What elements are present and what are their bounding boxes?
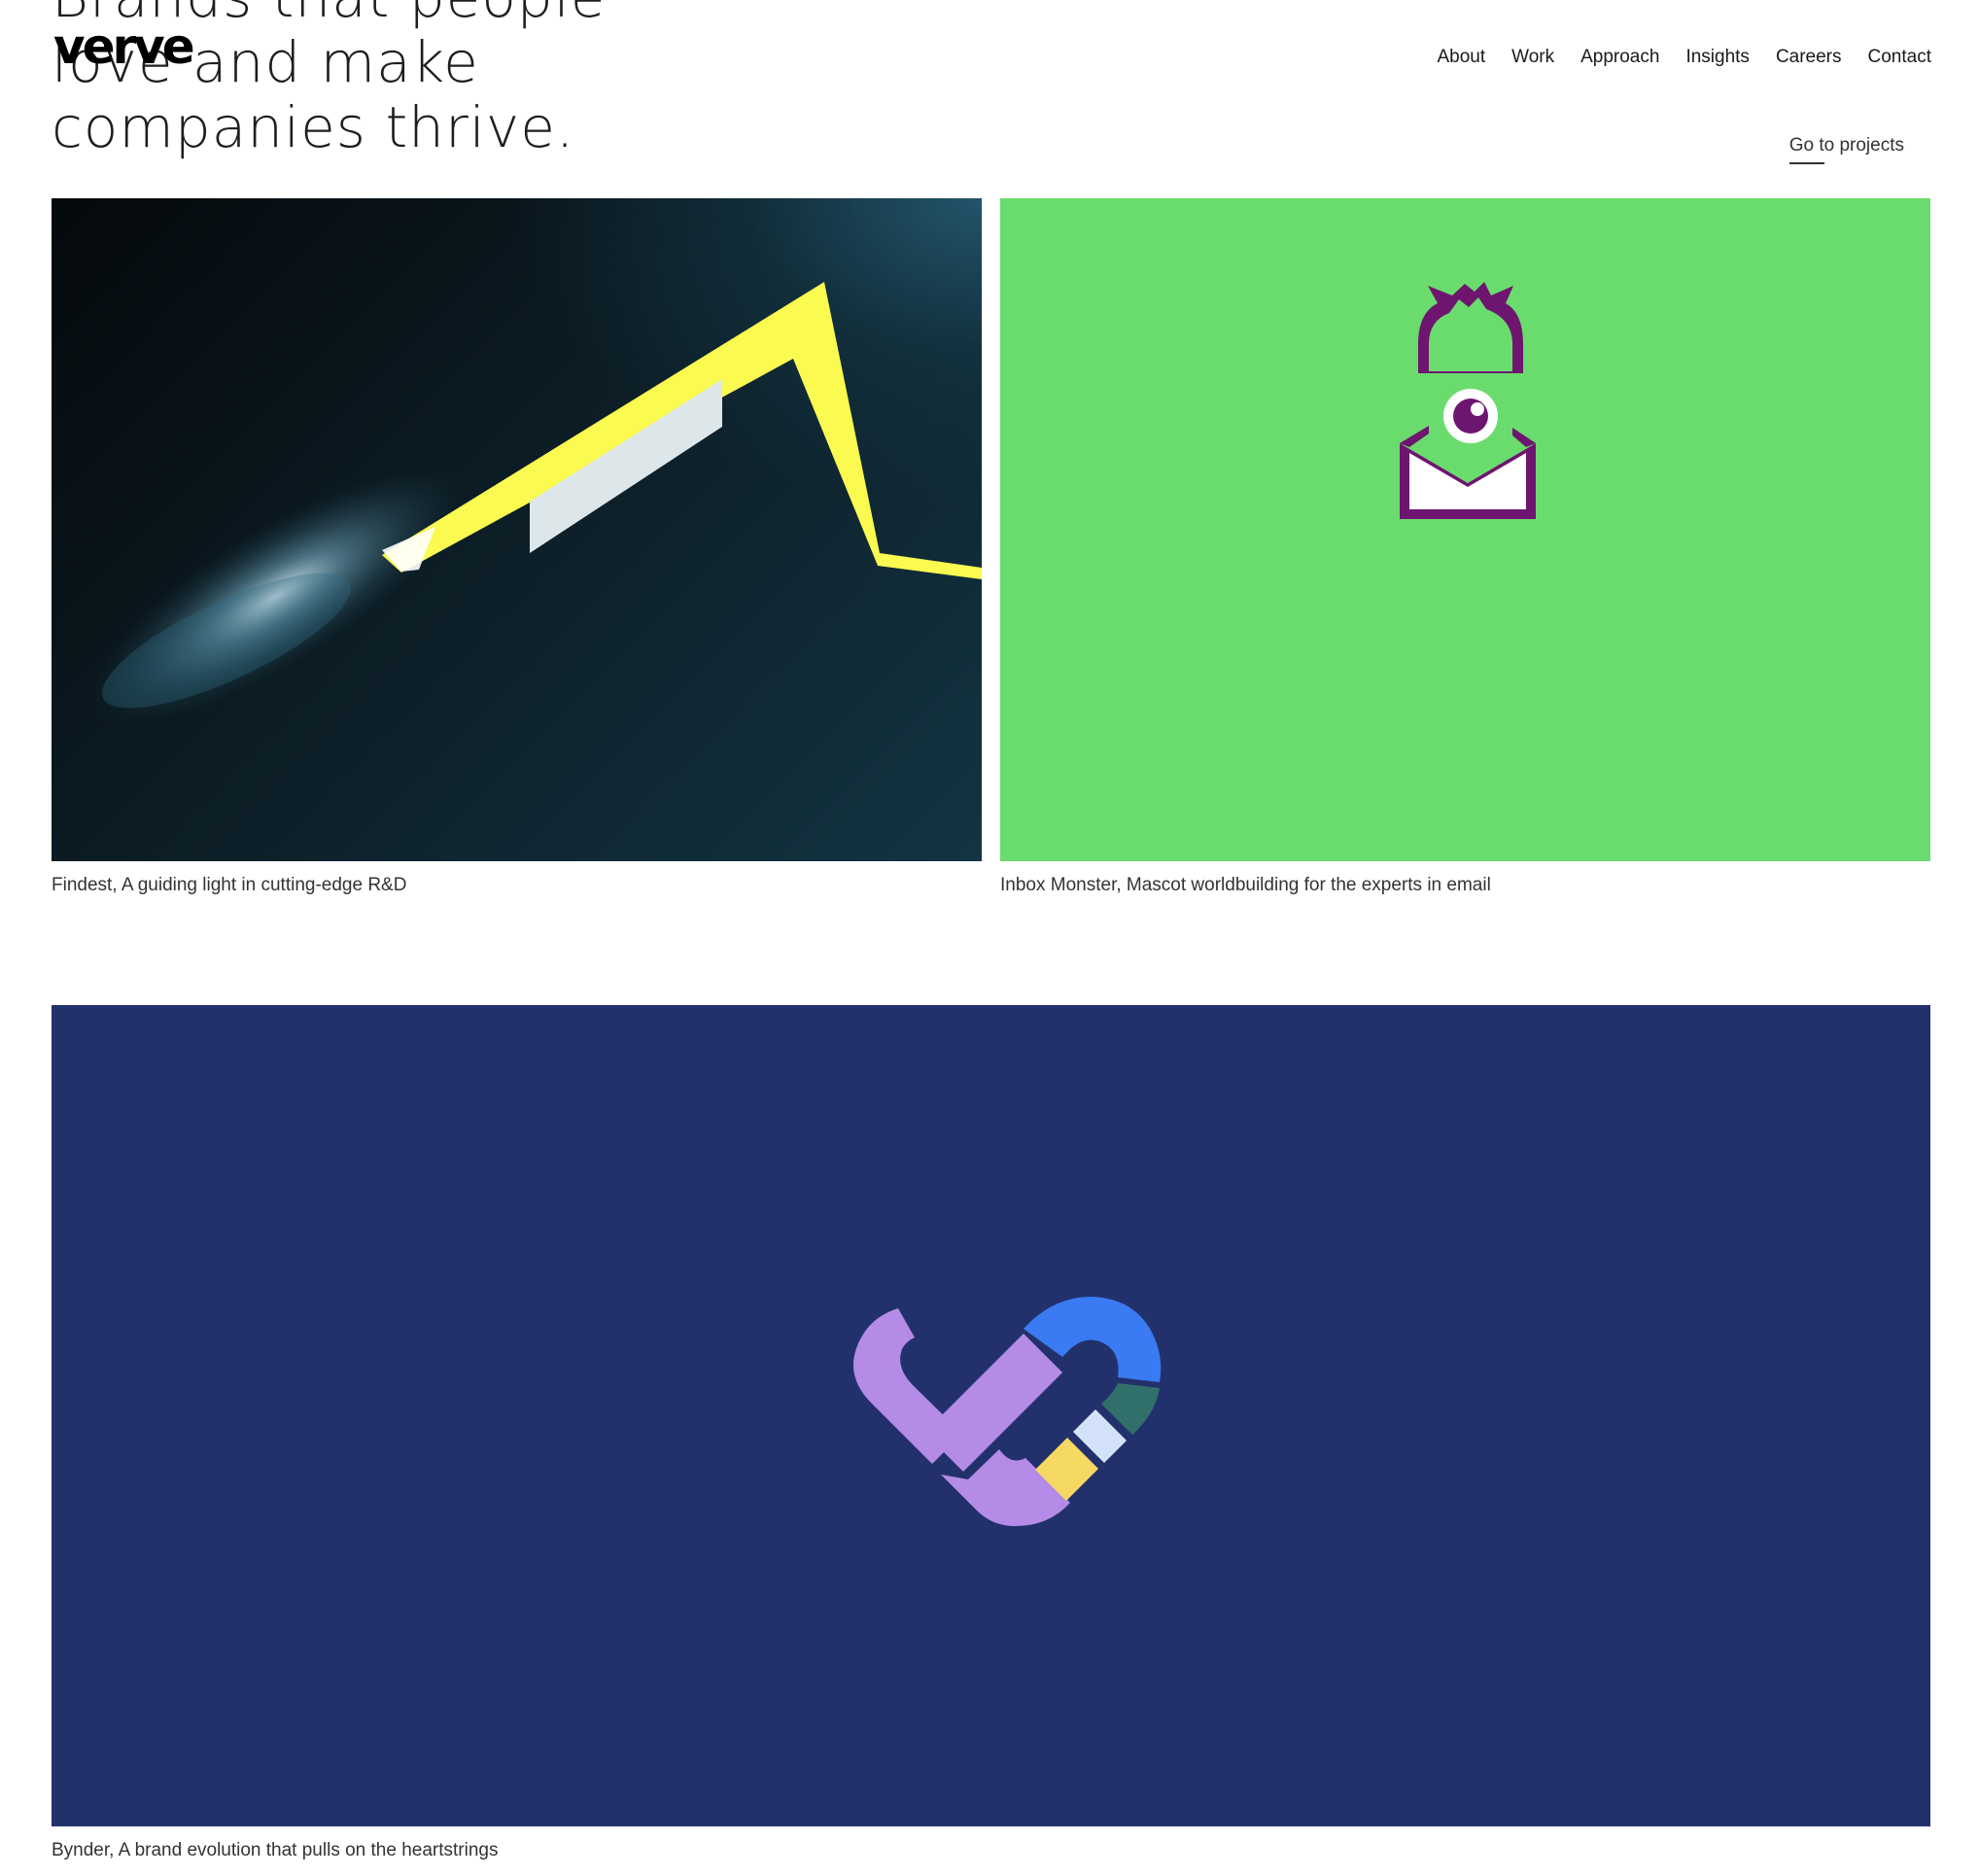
project-caption-inbox-monster[interactable]: Inbox Monster, Mascot worldbuilding for … (1000, 875, 1491, 896)
findest-light-artwork (89, 282, 982, 724)
monster-envelope-icon (1400, 282, 1536, 519)
nav-careers[interactable]: Careers (1776, 47, 1842, 68)
nav-about[interactable]: About (1437, 47, 1485, 68)
project-image-inbox-monster[interactable] (1000, 198, 1930, 861)
project-image-findest[interactable] (52, 198, 982, 861)
link-underline (1788, 162, 1824, 164)
bynder-heart-logo-icon (852, 1297, 1162, 1526)
project-image-bynder[interactable] (52, 1005, 1930, 1826)
go-to-projects-label: Go to projects (1788, 135, 1904, 156)
nav-contact[interactable]: Contact (1868, 47, 1931, 68)
go-to-projects-link[interactable]: Go to projects (1788, 135, 1904, 164)
nav-work[interactable]: Work (1511, 47, 1554, 68)
project-caption-bynder[interactable]: Bynder, A brand evolution that pulls on … (52, 1840, 498, 1861)
project-caption-findest[interactable]: Findest, A guiding light in cutting-edge… (52, 875, 406, 896)
nav-insights[interactable]: Insights (1685, 47, 1749, 68)
main-nav: About Work Approach Insights Careers Con… (1437, 47, 1931, 68)
nav-approach[interactable]: Approach (1580, 47, 1659, 68)
verve-logo[interactable]: verve (53, 16, 195, 78)
